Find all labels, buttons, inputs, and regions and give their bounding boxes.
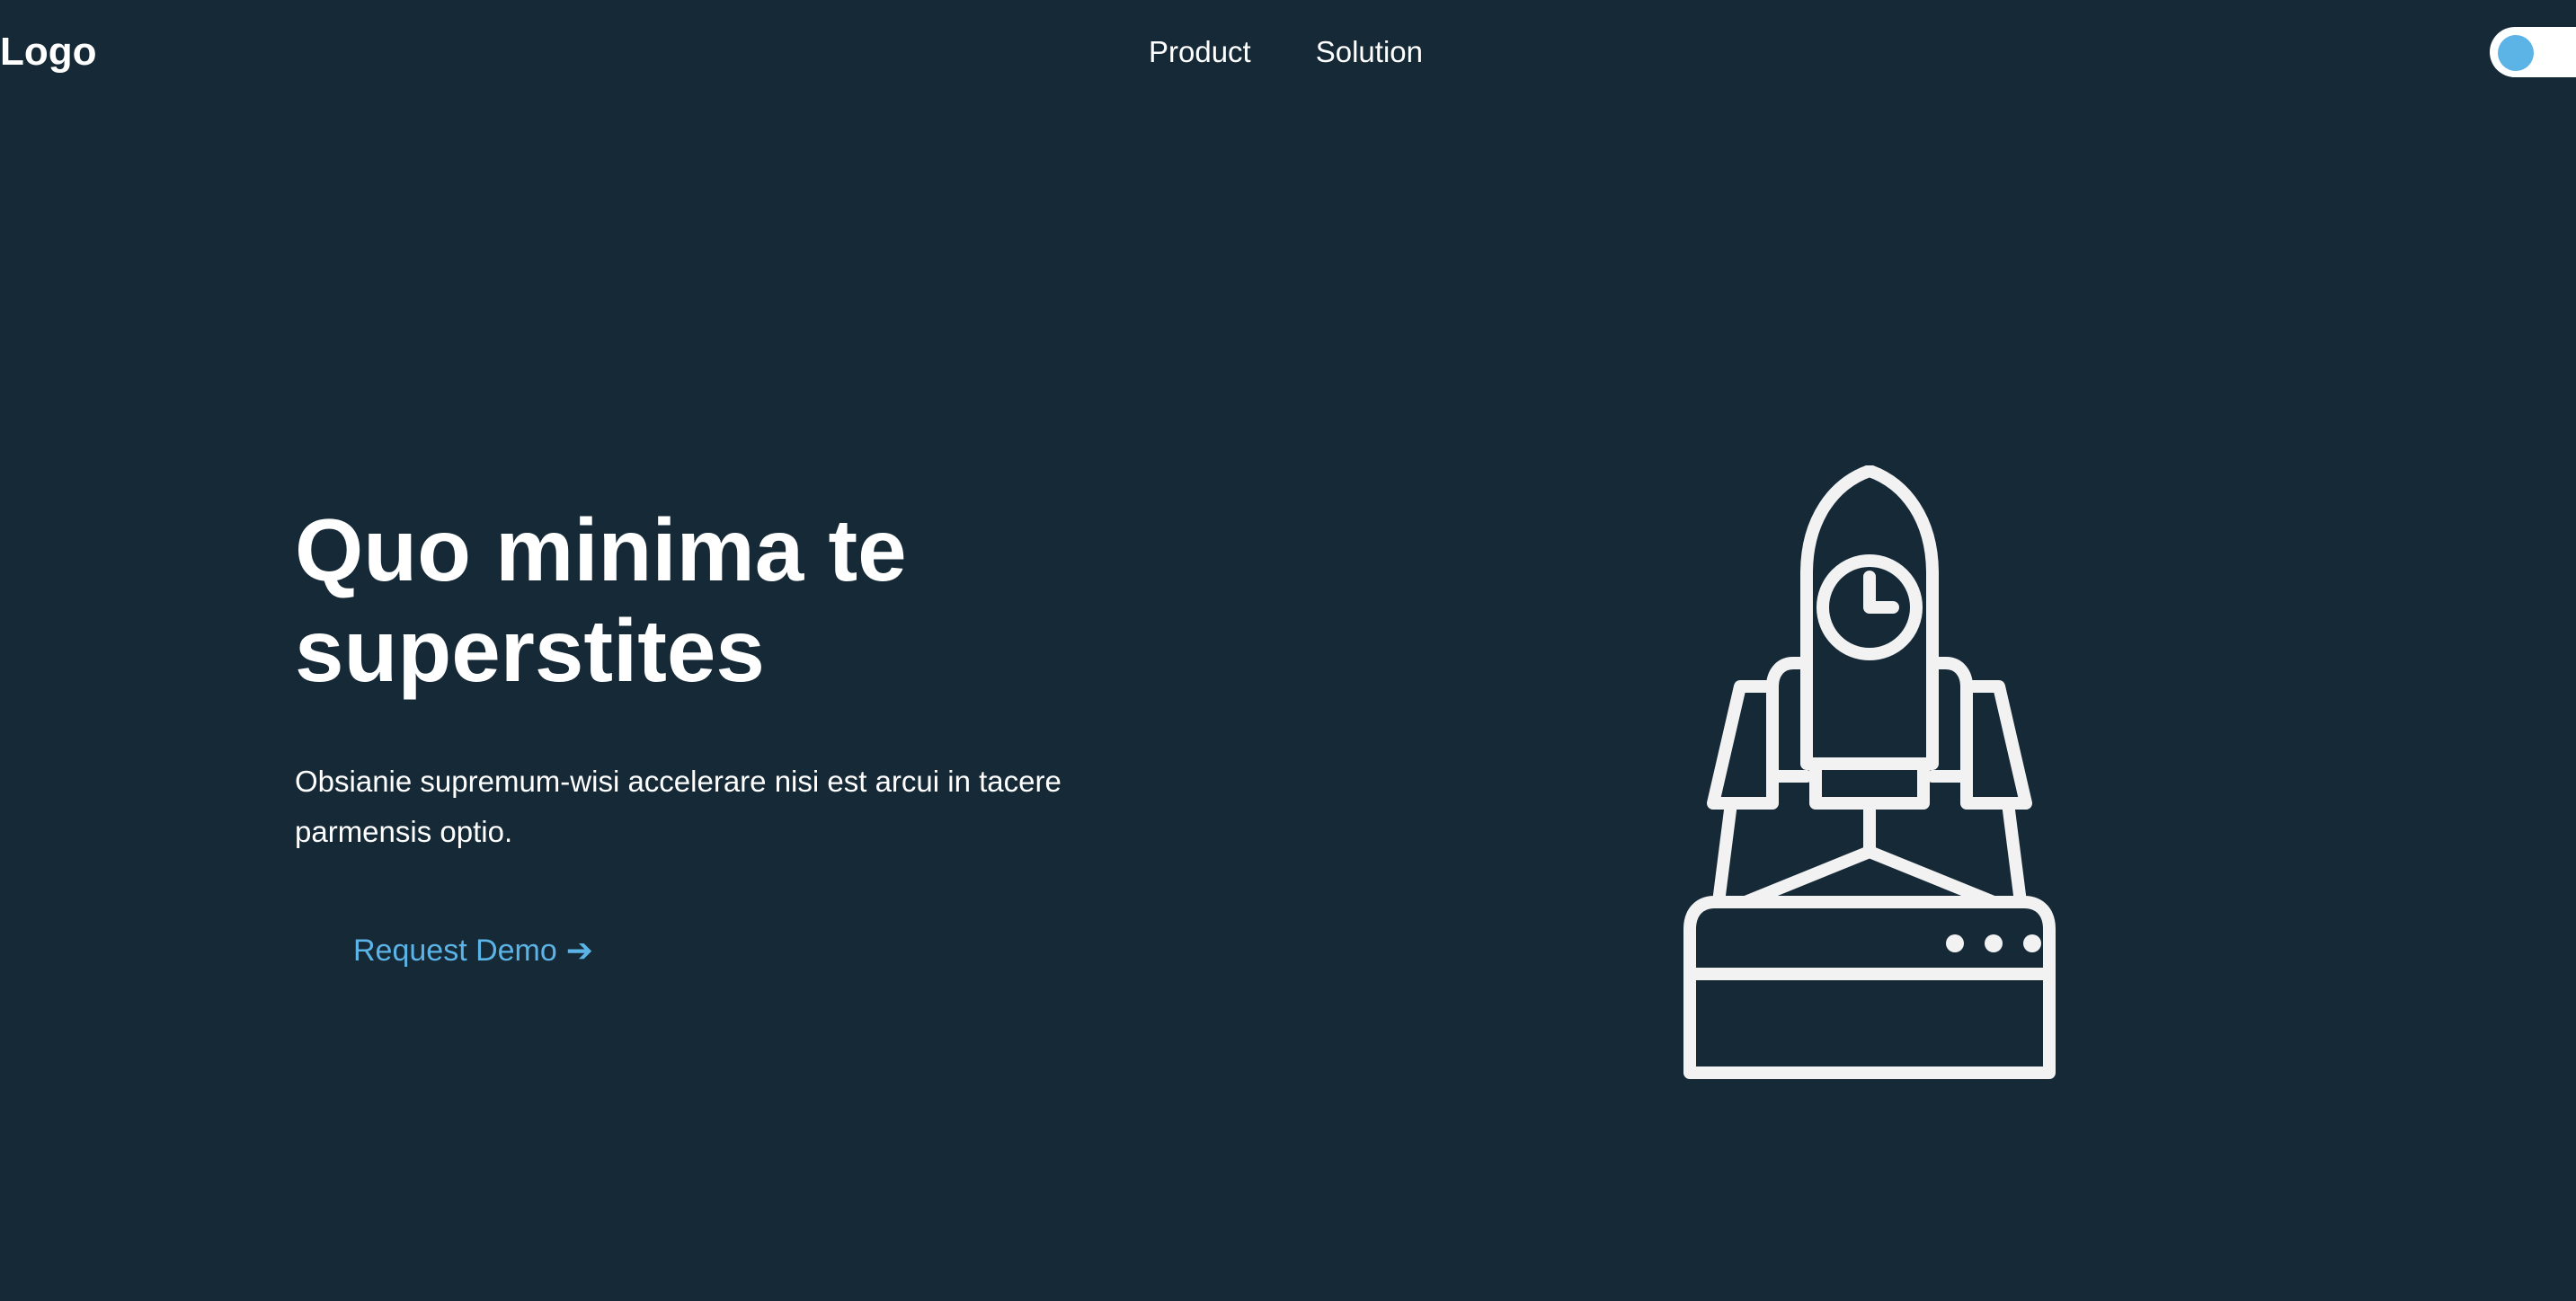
request-demo-label: Request Demo [353,934,557,968]
nav-item-product[interactable]: Product [1149,27,1251,77]
hero-title: Quo minima te superstites [295,500,907,700]
logo[interactable]: Logo [0,25,97,79]
main-nav: Product Solution [1149,27,1423,77]
arrow-right-icon: ➔ [565,932,593,969]
nav-item-solution[interactable]: Solution [1316,27,1423,77]
rocket-launch-icon [1683,465,2056,1079]
landing-page: Logo Product Solution Quo minima te supe… [0,0,2576,1301]
request-demo-link[interactable]: Request Demo ➔ [353,924,593,978]
hero-subtitle: Obsianie supremum-wisi accelerare nisi e… [295,765,1061,848]
toggle-knob [2498,35,2534,71]
theme-toggle[interactable] [2490,27,2576,77]
